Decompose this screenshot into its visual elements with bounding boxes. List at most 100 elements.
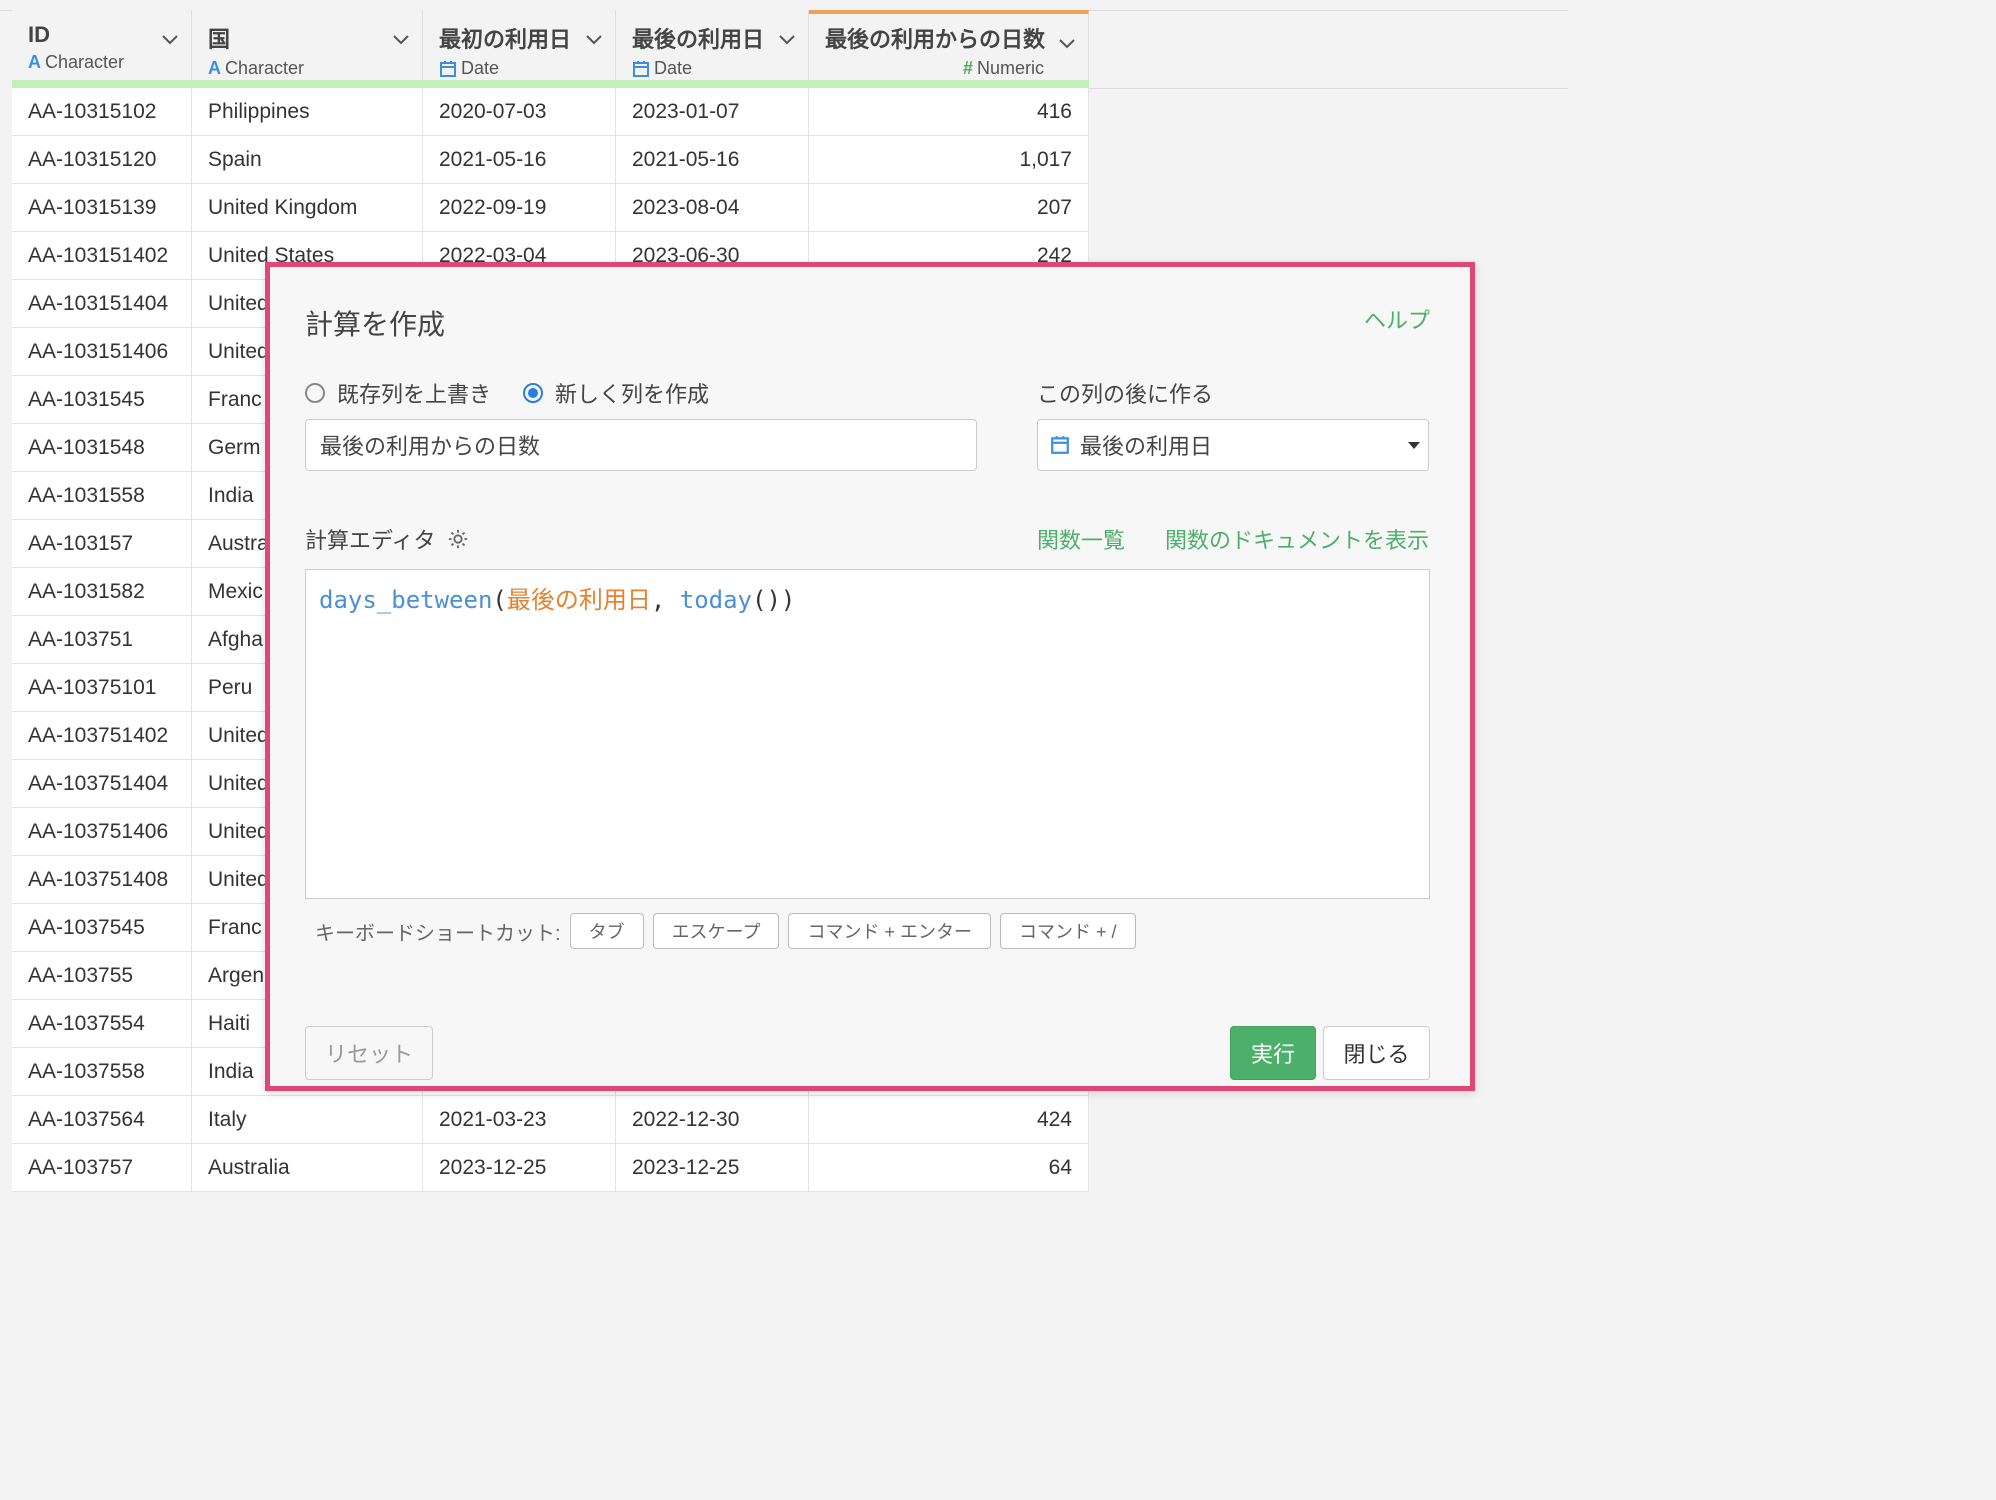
chevron-down-icon[interactable] [392,30,410,48]
radio-button-selected[interactable] [523,383,544,403]
chevron-down-icon[interactable] [585,30,603,48]
shortcut-cmd-enter[interactable]: コマンド + エンター [788,913,991,949]
table-cell[interactable]: Philippines [192,88,423,135]
table-cell[interactable]: AA-103751408 [12,856,192,903]
column-title: 最後の利用からの日数 [825,27,1046,52]
table-cell[interactable]: AA-103751402 [12,712,192,759]
numeric-type-icon: # [962,58,973,78]
table-cell[interactable]: AA-103751406 [12,808,192,855]
table-cell[interactable]: 2023-12-25 [423,1144,616,1191]
table-row[interactable]: AA-10315120 Spain 2021-05-16 2021-05-16 1,01… [12,136,1089,184]
header-divider [1089,88,1568,89]
table-cell[interactable]: AA-10315102 [12,88,192,135]
table-cell[interactable]: AA-103151406 [12,328,192,375]
table-cell[interactable]: 2022-09-19 [423,184,616,231]
table-cell[interactable]: 2020-07-03 [423,88,616,135]
table-cell[interactable]: AA-103755 [12,952,192,999]
chevron-down-icon[interactable] [778,30,796,48]
column-header-days-since[interactable]: 最後の利用からの日数 # Numeric [809,10,1089,80]
column-type: Character [45,52,125,72]
column-title: 最初の利用日 [439,27,572,52]
table-row[interactable]: AA-1037564 Italy 2021-03-23 2022-12-30 424 [12,1096,1089,1144]
table-cell[interactable]: 2023-08-04 [616,184,809,231]
table-cell[interactable]: AA-103151402 [12,232,192,279]
chevron-down-icon[interactable] [161,30,179,48]
column-header-last-use[interactable]: 最後の利用日 Date [616,10,809,80]
table-cell[interactable]: AA-103751 [12,616,192,663]
shortcut-cmd-slash[interactable]: コマンド + / [1000,913,1136,949]
table-cell[interactable]: AA-10315139 [12,184,192,231]
column-type: Date [654,58,693,78]
column-header-id[interactable]: ID A Character [12,10,192,80]
table-cell[interactable]: AA-103751404 [12,760,192,807]
function-token: days_between [319,586,493,614]
column-header-first-use[interactable]: 最初の利用日 Date [423,10,616,80]
create-calculation-dialog: 計算を作成 ヘルプ 既存列を上書き 新しく列を作成 この列の後に作る 最後の利用… [265,262,1475,1091]
radio-label: 既存列を上書き [337,382,492,407]
paren-token: ()) [752,586,796,614]
calendar-icon [440,60,456,77]
chevron-down-icon[interactable] [1058,34,1076,52]
table-cell[interactable]: 2023-12-25 [616,1144,809,1191]
table-cell[interactable]: AA-1031548 [12,424,192,471]
table-cell[interactable]: 2023-01-07 [616,88,809,135]
reset-button[interactable]: リセット [305,1026,433,1080]
column-title: 国 [208,27,231,52]
table-cell[interactable]: 1,017 [809,136,1089,183]
help-link[interactable]: ヘルプ [1364,303,1430,335]
column-header-country[interactable]: 国 A Character [192,10,423,80]
table-row[interactable]: AA-103757 Australia 2023-12-25 2023-12-25 64 [12,1144,1089,1192]
dropdown-caret-icon [1408,442,1420,449]
radio-overwrite[interactable]: 既存列を上書き [305,377,491,409]
comma-token: , [650,586,680,614]
table-cell[interactable]: 207 [809,184,1089,231]
table-cell[interactable]: 2021-05-16 [616,136,809,183]
table-cell[interactable]: Italy [192,1096,423,1143]
gear-icon[interactable] [447,528,469,550]
shortcut-escape[interactable]: エスケープ [652,913,780,949]
grid-header: ID A Character 国 A Character 最初の利用日 Date 最… [12,10,1089,88]
table-row[interactable]: AA-10315139 United Kingdom 2022-09-19 2023-… [12,184,1089,232]
table-cell[interactable]: AA-10375101 [12,664,192,711]
function-list-link[interactable]: 関数一覧 [1037,523,1125,555]
table-cell[interactable]: 64 [809,1144,1089,1191]
table-cell[interactable]: AA-103151404 [12,280,192,327]
table-cell[interactable]: Australia [192,1144,423,1191]
table-cell[interactable]: AA-1037554 [12,1000,192,1047]
dialog-title: 計算を作成 [305,309,446,340]
table-cell[interactable]: 2022-12-30 [616,1096,809,1143]
insert-after-select[interactable]: 最後の利用日 [1037,419,1429,471]
table-cell[interactable]: AA-1037564 [12,1096,192,1143]
expression-editor[interactable]: days_between(最後の利用日, today()) [305,569,1430,899]
table-cell[interactable]: AA-1037545 [12,904,192,951]
selected-value: 最後の利用日 [1080,434,1213,459]
table-cell[interactable]: AA-1031582 [12,568,192,615]
table-cell[interactable]: 2021-03-23 [423,1096,616,1143]
character-type-icon: A [28,52,41,72]
keyboard-shortcuts: キーボードショートカット: タブ エスケープ コマンド + エンター コマンド … [315,913,1136,949]
table-cell[interactable]: AA-103157 [12,520,192,567]
column-type: Character [225,58,305,78]
table-cell[interactable]: AA-103757 [12,1144,192,1191]
editor-label: 計算エディタ [305,523,469,555]
function-docs-link[interactable]: 関数のドキュメントを表示 [1165,523,1429,555]
run-button[interactable]: 実行 [1230,1026,1316,1080]
column-title: 最後の利用日 [632,27,765,52]
function-token: today [679,586,752,614]
table-cell[interactable]: Spain [192,136,423,183]
shortcut-tab[interactable]: タブ [569,913,644,949]
table-cell[interactable]: 2021-05-16 [423,136,616,183]
table-cell[interactable]: United Kingdom [192,184,423,231]
table-cell[interactable]: 416 [809,88,1089,135]
table-cell[interactable]: AA-1037558 [12,1048,192,1095]
table-cell[interactable]: AA-1031545 [12,376,192,423]
close-button[interactable]: 閉じる [1323,1026,1430,1080]
table-cell[interactable]: AA-1031558 [12,472,192,519]
table-cell[interactable]: 424 [809,1096,1089,1143]
calendar-icon [1051,436,1069,454]
table-cell[interactable]: AA-10315120 [12,136,192,183]
column-name-input[interactable] [305,419,977,471]
radio-button[interactable] [305,383,325,403]
radio-new-column[interactable]: 新しく列を作成 [523,377,709,409]
table-row[interactable]: AA-10315102 Philippines 2020-07-03 2023-01-… [12,88,1089,136]
